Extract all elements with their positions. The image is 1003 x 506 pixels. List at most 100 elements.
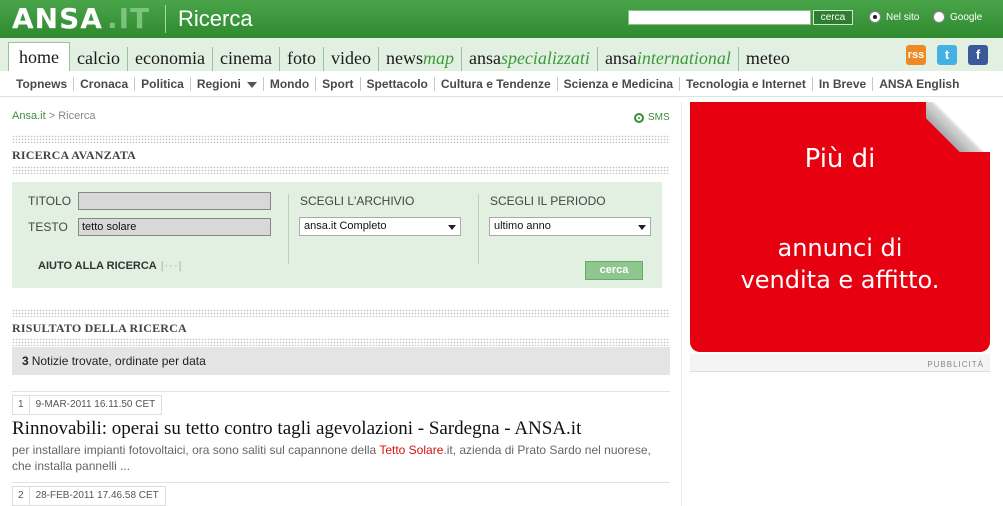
chevron-down-icon bbox=[448, 225, 456, 230]
nav-tab-meteo[interactable]: meteo bbox=[739, 47, 797, 71]
rss-icon[interactable]: rss bbox=[906, 45, 926, 65]
nav-tab-label: ansa bbox=[604, 48, 637, 68]
result-number: 1 bbox=[13, 396, 30, 414]
breadcrumb-current: Ricerca bbox=[58, 110, 96, 122]
snippet-text: per installare impianti fotovoltaici, or… bbox=[12, 443, 380, 457]
nav-tab-economia[interactable]: economia bbox=[128, 47, 213, 71]
topic-topnews[interactable]: Topnews bbox=[10, 77, 75, 91]
topic-in-breve[interactable]: In Breve bbox=[813, 77, 874, 91]
nav-tab-ansaspecializzati[interactable]: ansaspecializzati bbox=[462, 47, 598, 71]
topic-tecnologia-e-internet[interactable]: Tecnologia e Internet bbox=[680, 77, 813, 91]
breadcrumb-home-link[interactable]: Ansa.it bbox=[12, 110, 46, 122]
nav-tab-calcio[interactable]: calcio bbox=[70, 47, 128, 71]
radio-unchecked-icon bbox=[933, 11, 945, 23]
dotted-divider bbox=[12, 135, 670, 143]
ad-body: annunci di vendita e affitto. bbox=[690, 232, 990, 296]
topic-sport[interactable]: Sport bbox=[316, 77, 361, 91]
topic-label: Topnews bbox=[16, 77, 68, 91]
nav-tab-newsmap[interactable]: newsmap bbox=[379, 47, 462, 71]
breadcrumb: Ansa.it > Ricerca bbox=[12, 110, 95, 122]
sms-link[interactable]: SMS bbox=[634, 112, 670, 123]
nav-tab-home[interactable]: home bbox=[8, 42, 70, 71]
result-divider bbox=[12, 391, 670, 392]
column-divider bbox=[288, 194, 289, 264]
testo-label: TESTO bbox=[28, 220, 68, 234]
topic-cultura-e-tendenze[interactable]: Cultura e Tendenze bbox=[435, 77, 558, 91]
logo-text: ANSA bbox=[12, 2, 103, 35]
result-number: 2 bbox=[13, 487, 30, 505]
site-search-button[interactable]: cerca bbox=[813, 10, 853, 25]
titolo-input[interactable] bbox=[78, 192, 271, 210]
help-expand-icon: |···| bbox=[160, 260, 183, 272]
nav-tab-label: economia bbox=[134, 48, 205, 68]
topic-label: Mondo bbox=[269, 77, 310, 91]
nav-tab-label: foto bbox=[286, 48, 316, 68]
search-help-label: AIUTO ALLA RICERCA bbox=[38, 260, 157, 272]
nav-tab-label: video bbox=[330, 48, 371, 68]
chevron-down-icon bbox=[638, 225, 646, 230]
ansa-logo[interactable]: ANSA .IT bbox=[12, 2, 150, 35]
topic-scienza-e-medicina[interactable]: Scienza e Medicina bbox=[558, 77, 681, 91]
topic-label: Regioni bbox=[196, 77, 241, 91]
topic-regioni[interactable]: Regioni bbox=[191, 77, 264, 91]
snippet-highlight: Tetto Solare bbox=[379, 443, 444, 457]
nav-tab-video[interactable]: video bbox=[324, 47, 379, 71]
topic-label: Cronaca bbox=[80, 77, 129, 91]
testo-input[interactable] bbox=[78, 218, 271, 236]
topic-mondo[interactable]: Mondo bbox=[264, 77, 317, 91]
logo-suffix: .IT bbox=[106, 2, 151, 35]
result-meta: 1 9-MAR-2011 16.11.50 CET bbox=[12, 395, 163, 415]
ad-body-line: vendita e affitto. bbox=[740, 266, 940, 294]
nav-tab-label: ansa bbox=[468, 48, 501, 68]
radio-checked-icon bbox=[869, 11, 881, 23]
topic-spettacolo[interactable]: Spettacolo bbox=[361, 77, 435, 91]
period-label: SCEGLI IL PERIODO bbox=[490, 194, 606, 208]
topic-cronaca[interactable]: Cronaca bbox=[74, 77, 136, 91]
archive-select-value: ansa.it Completo bbox=[304, 220, 387, 232]
nav-tab-ansainternational[interactable]: ansainternational bbox=[598, 47, 739, 71]
advertising-label: PUBBLICITÀ bbox=[690, 354, 990, 372]
section-nav: home calcio economia cinema foto video newsmap… bbox=[0, 38, 1003, 71]
results-count-bar: 3 Notizie trovate, ordinate per data bbox=[12, 347, 670, 375]
nav-tab-label: news bbox=[385, 48, 423, 68]
chevron-down-icon bbox=[246, 81, 257, 88]
radio-site[interactable]: Nel sito bbox=[869, 11, 919, 23]
topic-politica[interactable]: Politica bbox=[135, 77, 191, 91]
advanced-search-title: RICERCA AVANZATA bbox=[12, 148, 137, 162]
topic-nav: Topnews Cronaca Politica Regioni Mondo Sport S… bbox=[0, 71, 1003, 97]
result-meta: 2 28-FEB-2011 17.46.58 CET bbox=[12, 486, 166, 506]
topic-label: Tecnologia e Internet bbox=[686, 77, 806, 91]
topic-nav-items: Topnews Cronaca Politica Regioni Mondo Sport S… bbox=[10, 77, 965, 91]
topic-label: ANSA English bbox=[879, 77, 960, 91]
topic-ansa-english[interactable]: ANSA English bbox=[873, 77, 965, 91]
titolo-label: TITOLO bbox=[28, 194, 72, 208]
advanced-search-button[interactable]: cerca bbox=[585, 261, 643, 280]
result-snippet: per installare impianti fotovoltaici, or… bbox=[12, 442, 652, 474]
archive-select[interactable]: ansa.it Completo bbox=[299, 217, 461, 236]
results-count: 3 bbox=[22, 354, 29, 368]
advanced-search-form: TITOLO TESTO SCEGLI L'ARCHIVIO ansa.it C… bbox=[12, 182, 662, 288]
topic-label: Scienza e Medicina bbox=[563, 77, 674, 91]
period-select[interactable]: ultimo anno bbox=[489, 217, 651, 236]
radio-google[interactable]: Google bbox=[933, 11, 982, 23]
topic-label: Spettacolo bbox=[366, 77, 428, 91]
search-help-link[interactable]: AIUTO ALLA RICERCA |···| bbox=[38, 260, 182, 272]
site-search-input[interactable] bbox=[628, 10, 811, 25]
topic-label: Politica bbox=[141, 77, 184, 91]
nav-tab-label: meteo bbox=[745, 48, 790, 68]
result-date: 28-FEB-2011 17.46.58 CET bbox=[35, 490, 159, 501]
archive-label: SCEGLI L'ARCHIVIO bbox=[300, 194, 415, 208]
nav-tab-cinema[interactable]: cinema bbox=[213, 47, 280, 71]
topic-label: In Breve bbox=[818, 77, 867, 91]
dotted-divider bbox=[12, 166, 670, 174]
header-divider bbox=[165, 5, 166, 33]
dotted-divider bbox=[12, 309, 670, 317]
twitter-icon[interactable]: t bbox=[937, 45, 957, 65]
results-title: RISULTATO DELLA RICERCA bbox=[12, 321, 187, 335]
advertisement-banner[interactable]: Più di annunci di vendita e affitto. bbox=[690, 102, 990, 352]
nav-tab-label: cinema bbox=[219, 48, 272, 68]
nav-tab-foto[interactable]: foto bbox=[280, 47, 324, 71]
facebook-icon[interactable]: f bbox=[968, 45, 988, 65]
result-title-link[interactable]: Rinnovabili: operai su tetto contro tagl… bbox=[12, 418, 581, 440]
results-count-text: Notizie trovate, ordinate per data bbox=[31, 354, 206, 368]
